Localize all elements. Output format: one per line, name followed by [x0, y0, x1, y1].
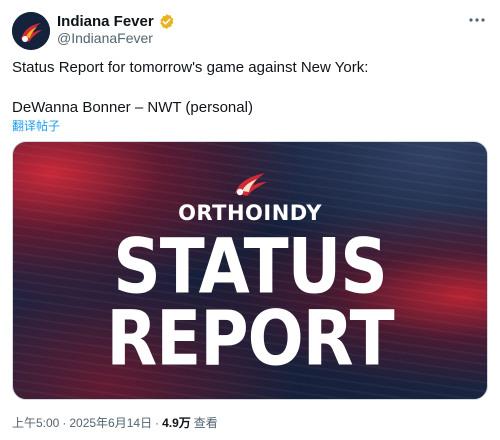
meta-separator: · — [62, 415, 67, 430]
more-options-button[interactable] — [464, 9, 490, 31]
author-display-name[interactable]: Indiana Fever — [57, 13, 154, 30]
tweet-card: Indiana Fever @IndianaFever Status Repor… — [0, 0, 500, 440]
avatar[interactable] — [12, 12, 50, 50]
verified-badge-icon — [159, 13, 174, 29]
post-time[interactable]: 上午5:00 — [12, 414, 59, 431]
tweet-media-image[interactable]: ORTHOINDY STATUS REPORT — [12, 141, 488, 400]
fever-flame-logo-icon — [235, 173, 267, 196]
meta-separator: · — [155, 415, 160, 430]
headline-line-2: REPORT — [106, 294, 394, 383]
author-name-row: Indiana Fever — [57, 11, 175, 31]
more-horizontal-icon — [469, 18, 485, 22]
tweet-meta: 上午5:00 · 2025年6月14日 · 4.9万 查看 — [12, 414, 218, 431]
views-count: 4.9万 — [162, 416, 191, 430]
translate-post-link[interactable]: 翻译帖子 — [12, 117, 60, 134]
indiana-fever-logo-icon — [12, 12, 50, 50]
tweet-text: Status Report for tomorrow's game agains… — [12, 59, 369, 116]
views-label: 查看 — [193, 416, 218, 430]
post-date[interactable]: 2025年6月14日 — [69, 414, 152, 431]
author-handle[interactable]: @IndianaFever — [57, 30, 153, 46]
